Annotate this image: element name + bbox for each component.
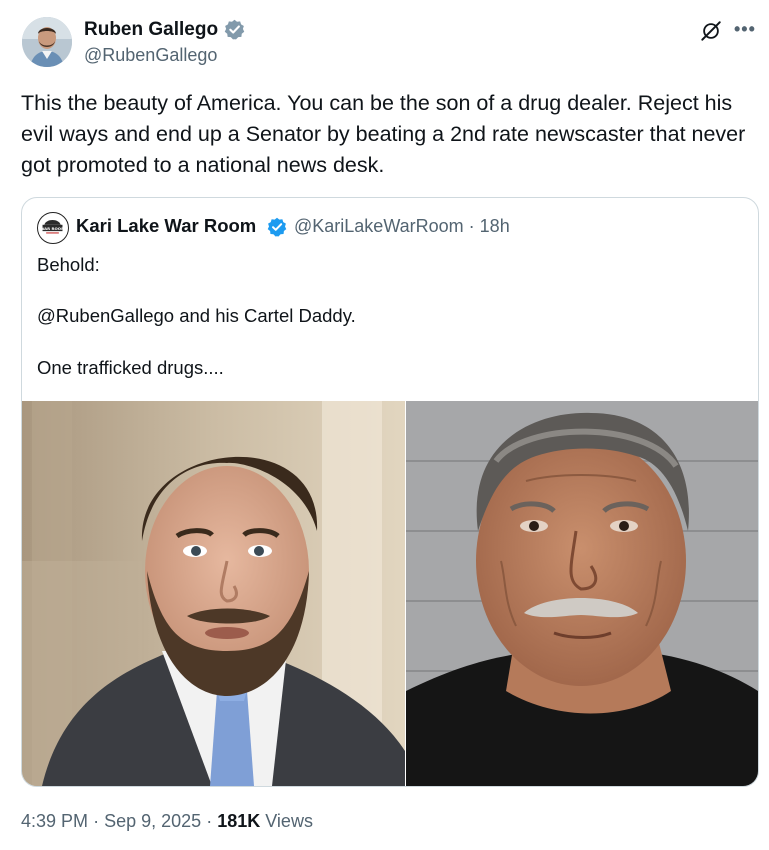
- tweet-time[interactable]: 4:39 PM: [21, 811, 88, 831]
- tweet-text: This the beauty of America. You can be t…: [21, 91, 746, 177]
- verified-check-icon: [224, 19, 245, 40]
- quoted-avatar-text: WAR ROOM: [40, 226, 65, 231]
- author-avatar[interactable]: [22, 17, 72, 67]
- media-photo-left[interactable]: [22, 401, 405, 786]
- media-photo-right[interactable]: [406, 401, 758, 786]
- views-label[interactable]: Views: [265, 811, 313, 831]
- tweet-meta: 4:39 PM · Sep 9, 2025 · 181K Views: [21, 811, 313, 832]
- more-icon[interactable]: •••: [734, 18, 756, 40]
- author-name[interactable]: Ruben Gallego: [84, 19, 218, 41]
- grok-icon[interactable]: [700, 20, 722, 42]
- quoted-text-line: One trafficked drugs....: [37, 357, 224, 378]
- quoted-tweet-card[interactable]: WAR ROOM Kari Lake War Room @KariLakeWar…: [21, 197, 759, 787]
- quoted-text-line: Behold:: [37, 254, 100, 275]
- tweet: Ruben Gallego @RubenGallego ••• This the…: [0, 0, 769, 850]
- verified-check-icon: [267, 217, 287, 237]
- quoted-avatar[interactable]: WAR ROOM: [37, 212, 69, 244]
- meta-separator: ·: [93, 811, 100, 831]
- quoted-text-line: @RubenGallego and his Cartel Daddy.: [37, 305, 356, 326]
- tweet-date[interactable]: Sep 9, 2025: [104, 811, 201, 831]
- quoted-time[interactable]: · 18h: [469, 216, 510, 236]
- meta-separator: ·: [206, 811, 213, 831]
- author-handle[interactable]: @RubenGallego: [84, 45, 217, 66]
- quoted-author-handle[interactable]: @KariLakeWarRoom · 18h: [294, 216, 510, 237]
- quoted-media[interactable]: [22, 401, 758, 786]
- views-count[interactable]: 181K: [217, 811, 260, 831]
- quoted-author-name[interactable]: Kari Lake War Room: [76, 215, 256, 237]
- quoted-handle-text: @KariLakeWarRoom: [294, 216, 464, 236]
